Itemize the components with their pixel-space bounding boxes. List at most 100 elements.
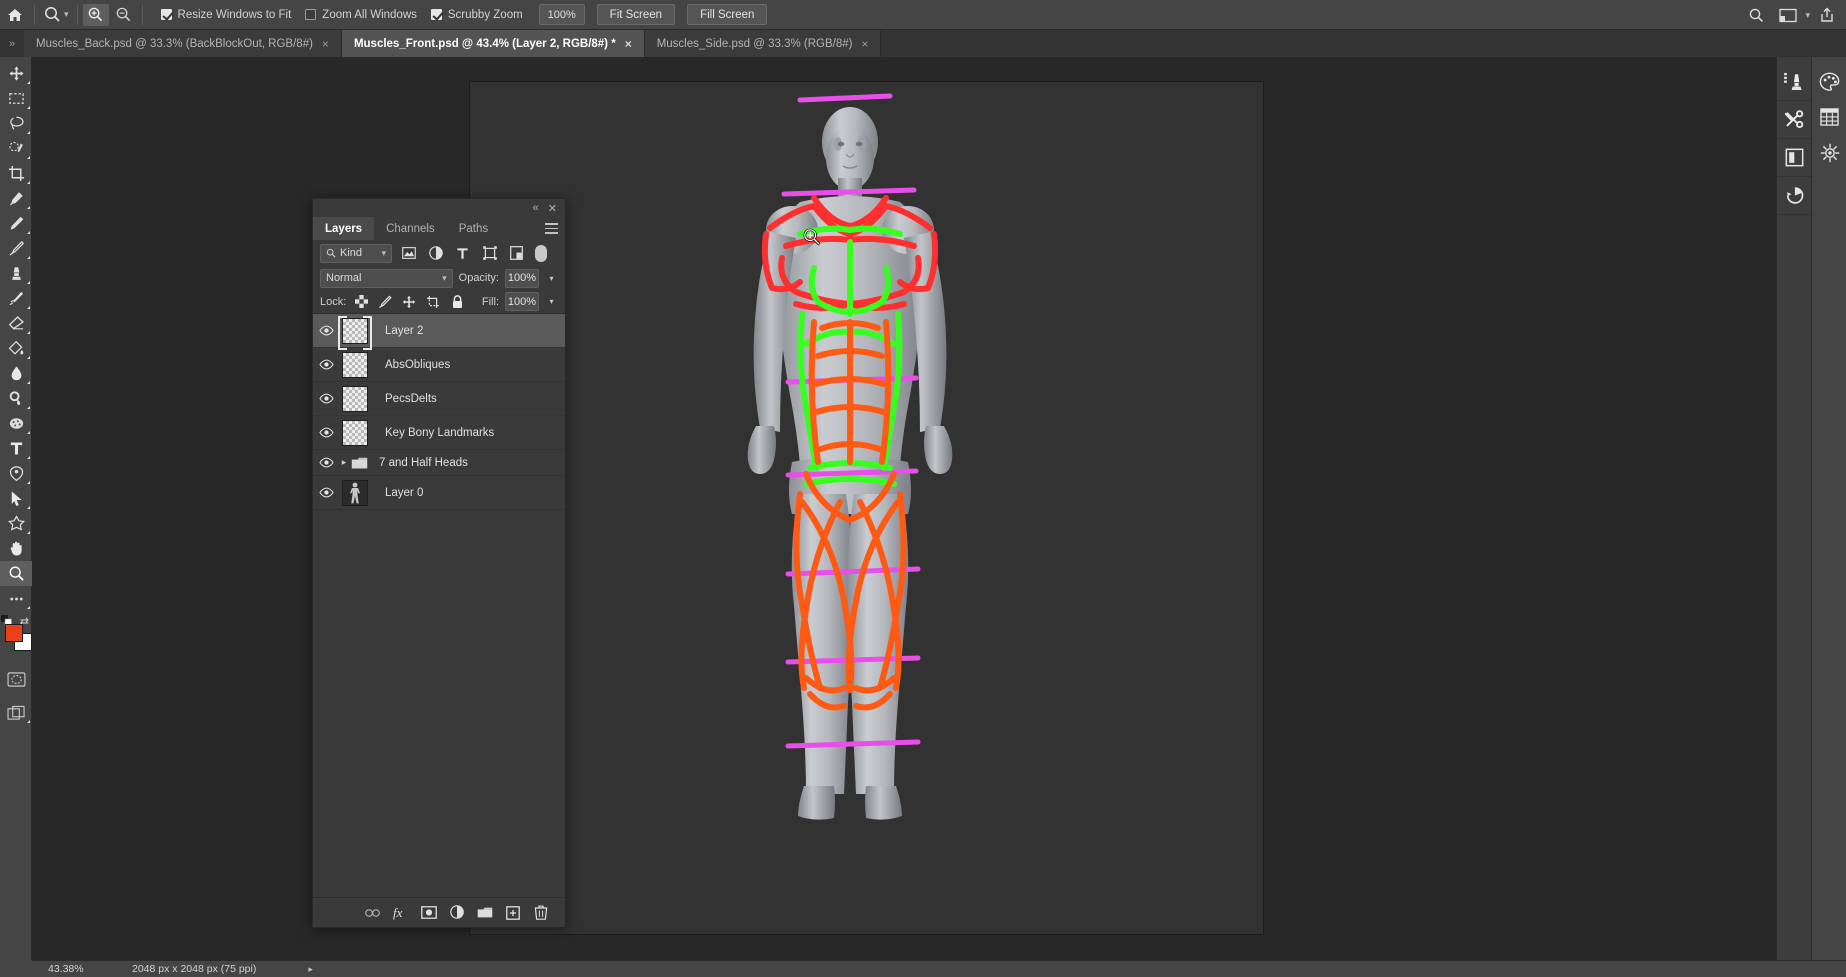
dodge-tool[interactable] <box>0 386 32 411</box>
close-icon[interactable]: × <box>861 38 868 50</box>
shape-filter-icon[interactable] <box>479 244 500 263</box>
color-panel-icon[interactable] <box>1812 63 1846 99</box>
pen-tool[interactable] <box>0 461 32 486</box>
share-icon[interactable] <box>1812 0 1842 30</box>
close-icon[interactable]: ✕ <box>548 202 557 215</box>
resize-windows-to-fit-checkbox[interactable]: Resize Windows to Fit <box>160 9 291 21</box>
layer-row-absobliques[interactable]: AbsObliques <box>313 348 565 382</box>
filter-toggle-switch[interactable] <box>535 244 547 262</box>
canvas-area[interactable] <box>32 57 1814 963</box>
lock-image-pixels-icon[interactable] <box>376 293 394 311</box>
shape-tool[interactable] <box>0 511 32 536</box>
tab-channels[interactable]: Channels <box>374 217 447 240</box>
close-icon[interactable]: × <box>625 38 632 50</box>
pixel-filter-icon[interactable] <box>398 244 419 263</box>
layer-row-layer-2[interactable]: Layer 2 <box>313 314 565 350</box>
crop-tool[interactable] <box>0 161 32 186</box>
fill-chevron-down-icon[interactable]: ▾ <box>545 292 558 311</box>
lock-artboard-nesting-icon[interactable] <box>424 293 442 311</box>
clone-stamp-tool[interactable] <box>0 261 32 286</box>
layer-name[interactable]: Key Bony Landmarks <box>371 427 494 439</box>
adjustment-filter-icon[interactable] <box>425 244 446 263</box>
delete-layer-icon[interactable] <box>533 905 549 921</box>
active-tool-picker[interactable]: ▾ <box>39 0 73 30</box>
chevron-down-icon[interactable]: ▾ <box>442 273 447 284</box>
blur-tool[interactable] <box>0 361 32 386</box>
layer-name[interactable]: Layer 0 <box>371 487 423 499</box>
path-selection-tool[interactable] <box>0 486 32 511</box>
close-icon[interactable]: × <box>322 38 329 50</box>
collapse-icon[interactable]: « <box>533 202 539 214</box>
fill-field[interactable]: 100% <box>505 292 539 311</box>
quick-mask-icon[interactable] <box>0 667 32 692</box>
libraries-panel-icon[interactable] <box>1777 63 1812 101</box>
foreground-color-swatch[interactable] <box>5 624 23 642</box>
zoom-in-icon[interactable] <box>82 3 109 26</box>
adjustments-panel-icon[interactable] <box>1812 135 1846 171</box>
chevron-down-icon[interactable]: ▾ <box>64 9 69 20</box>
tool-presets-panel-icon[interactable] <box>1777 101 1812 139</box>
layer-style-fx-icon[interactable]: fx <box>393 905 409 921</box>
layer-visibility-icon[interactable] <box>313 416 339 450</box>
layer-name[interactable]: Layer 2 <box>371 325 423 337</box>
lock-position-icon[interactable] <box>400 293 418 311</box>
quick-selection-tool[interactable] <box>0 136 32 161</box>
layer-thumbnail[interactable] <box>339 382 371 416</box>
layer-name[interactable]: 7 and Half Heads <box>371 457 468 469</box>
layer-row-layer-0[interactable]: Layer 0 <box>313 476 565 510</box>
type-tool[interactable] <box>0 436 32 461</box>
new-group-icon[interactable] <box>477 905 493 921</box>
zoom-all-windows-checkbox[interactable]: Zoom All Windows <box>305 9 417 21</box>
opacity-chevron-down-icon[interactable]: ▾ <box>545 269 558 288</box>
document-tab-muscles-side[interactable]: Muscles_Side.psd @ 33.3% (RGB/8#) × <box>644 30 882 57</box>
layer-thumbnail[interactable] <box>338 314 372 350</box>
home-icon[interactable] <box>0 0 30 30</box>
eyedropper-tool[interactable] <box>0 186 32 211</box>
document-tab-muscles-front[interactable]: Muscles_Front.psd @ 43.4% (Layer 2, RGB/… <box>341 30 645 57</box>
gradient-tool[interactable] <box>0 336 32 361</box>
lock-transparent-pixels-icon[interactable] <box>352 293 370 311</box>
blend-mode-select[interactable]: Normal ▾ <box>320 268 453 288</box>
book-panel-icon[interactable] <box>1777 139 1812 177</box>
document-tab-muscles-back[interactable]: Muscles_Back.psd @ 33.3% (BackBlockOut, … <box>24 30 342 57</box>
layer-thumbnail[interactable] <box>339 416 371 450</box>
hand-tool[interactable] <box>0 536 32 561</box>
status-zoom-field[interactable]: 43.38% <box>32 963 94 975</box>
zoom-percent-field[interactable]: 100% <box>538 4 585 25</box>
zoom-tool[interactable] <box>0 561 32 586</box>
layer-visibility-icon[interactable] <box>313 382 339 416</box>
layer-name[interactable]: PecsDelts <box>371 393 437 405</box>
new-adjustment-layer-icon[interactable] <box>449 905 465 921</box>
layer-thumbnail[interactable] <box>339 476 371 510</box>
chevron-down-icon[interactable]: ▾ <box>1805 10 1810 21</box>
type-filter-icon[interactable] <box>452 244 473 263</box>
spot-healing-brush-tool[interactable] <box>0 211 32 236</box>
swatches-panel-icon[interactable] <box>1812 99 1846 135</box>
search-icon[interactable] <box>1741 0 1771 30</box>
new-layer-icon[interactable] <box>505 905 521 921</box>
lasso-tool[interactable] <box>0 111 32 136</box>
edit-toolbar-button[interactable] <box>0 586 32 611</box>
layer-name[interactable]: AbsObliques <box>371 359 450 371</box>
document-canvas[interactable] <box>470 82 1263 934</box>
add-layer-mask-icon[interactable] <box>421 905 437 921</box>
layer-row-key-bony-landmarks[interactable]: Key Bony Landmarks <box>313 416 565 450</box>
layer-visibility-icon[interactable] <box>313 348 339 382</box>
workspace-icon[interactable] <box>1773 0 1803 30</box>
chevron-down-icon[interactable]: ▾ <box>381 248 386 259</box>
tab-paths[interactable]: Paths <box>447 217 500 240</box>
chevron-right-icon[interactable]: ▸ <box>342 457 347 468</box>
layer-visibility-icon[interactable] <box>313 476 339 510</box>
opacity-field[interactable]: 100% <box>505 268 539 288</box>
panel-menu-icon[interactable] <box>545 223 558 237</box>
move-tool[interactable] <box>0 61 32 86</box>
fit-screen-button[interactable]: Fit Screen <box>596 4 676 25</box>
history-panel-icon[interactable] <box>1777 177 1812 215</box>
chevron-right-icon[interactable]: ▸ <box>256 964 313 975</box>
sponge-tool[interactable] <box>0 411 32 436</box>
group-folder-icon[interactable]: ▸ <box>339 450 371 476</box>
layer-row-7-and-half-heads[interactable]: ▸ 7 and Half Heads <box>313 450 565 476</box>
layer-list[interactable]: Layer 2 AbsObliques PecsDelts Key Bony L… <box>313 314 565 897</box>
scrubby-zoom-checkbox[interactable]: Scrubby Zoom <box>430 9 523 21</box>
screen-mode-icon[interactable] <box>0 700 32 725</box>
